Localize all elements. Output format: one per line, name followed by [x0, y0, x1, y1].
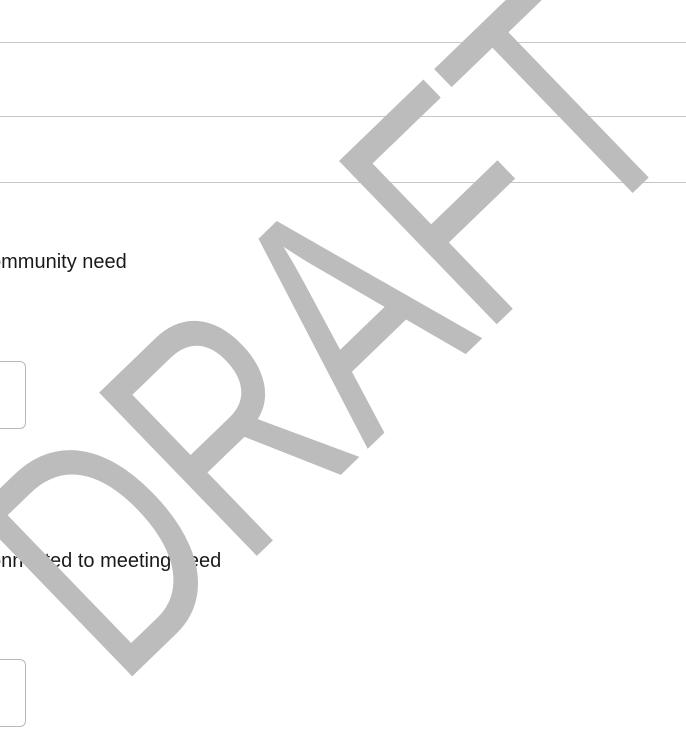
- form-page: ommunity need onnected to meeting need D…: [0, 0, 686, 729]
- divider-line: [0, 182, 686, 183]
- question-1-answer-field[interactable]: [0, 361, 26, 429]
- question-2-label: onnected to meeting need: [0, 550, 222, 572]
- question-2-answer-field[interactable]: [0, 659, 26, 727]
- divider-line: [0, 116, 686, 117]
- question-1-label: ommunity need: [0, 251, 127, 273]
- draft-watermark: DRAFT: [0, 0, 686, 729]
- watermark-text: DRAFT: [0, 0, 686, 729]
- divider-line: [0, 42, 686, 43]
